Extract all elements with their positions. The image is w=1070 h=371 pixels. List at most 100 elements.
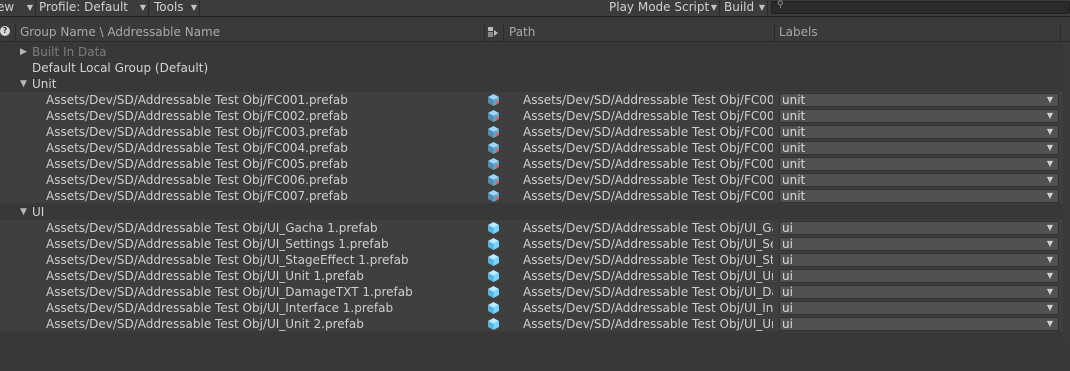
group-row-built-in-data[interactable]: ▶ Built In Data bbox=[0, 44, 1070, 60]
column-header: ? Group Name \ Addressable Name Path Lab… bbox=[0, 22, 1070, 42]
group-name: Unit bbox=[32, 77, 57, 91]
labels-dropdown[interactable]: ui ▼ bbox=[779, 317, 1059, 331]
play-mode-script-dropdown[interactable]: Play Mode Script ▼ bbox=[609, 0, 720, 16]
prefab-cube-icon bbox=[488, 158, 499, 170]
label-value: unit bbox=[782, 109, 806, 123]
entry-name: Assets/Dev/SD/Addressable Test Obj/UI_Un… bbox=[46, 269, 364, 283]
column-path[interactable]: Path bbox=[509, 22, 535, 42]
entry-path: Assets/Dev/SD/Addressable Test Obj/UI_St… bbox=[523, 253, 773, 267]
dropdown-caret-icon: ▼ bbox=[1046, 111, 1053, 120]
table-row[interactable]: Assets/Dev/SD/Addressable Test Obj/FC006… bbox=[0, 172, 1070, 188]
column-divider[interactable] bbox=[774, 23, 775, 41]
entry-name: Assets/Dev/SD/Addressable Test Obj/FC006… bbox=[46, 173, 348, 187]
dropdown-caret-icon: ▼ bbox=[1046, 143, 1053, 152]
label-value: ui bbox=[782, 301, 793, 315]
group-row-default-local[interactable]: Default Local Group (Default) bbox=[0, 60, 1070, 76]
tools-menu-button[interactable]: Tools ▼ bbox=[154, 0, 200, 16]
label-value: unit bbox=[782, 141, 806, 155]
entry-name: Assets/Dev/SD/Addressable Test Obj/FC005… bbox=[46, 157, 348, 171]
labels-dropdown[interactable]: unit ▼ bbox=[779, 141, 1059, 155]
column-divider[interactable] bbox=[484, 23, 485, 41]
entry-path: Assets/Dev/SD/Addressable Test Obj/FC002… bbox=[523, 109, 773, 123]
label-value: unit bbox=[782, 189, 806, 203]
entry-name: Assets/Dev/SD/Addressable Test Obj/UI_Se… bbox=[46, 237, 389, 251]
dropdown-caret-icon: ▼ bbox=[1046, 175, 1053, 184]
labels-dropdown[interactable]: ui ▼ bbox=[779, 253, 1059, 267]
column-labels[interactable]: Labels bbox=[779, 22, 818, 42]
entry-name: Assets/Dev/SD/Addressable Test Obj/UI_Un… bbox=[46, 317, 364, 331]
entry-name: Assets/Dev/SD/Addressable Test Obj/UI_Ga… bbox=[46, 221, 378, 235]
toolbar: New ▼ Profile: Default ▼ Tools ▼ Play Mo… bbox=[0, 0, 1070, 17]
labels-dropdown[interactable]: unit ▼ bbox=[779, 125, 1059, 139]
table-row[interactable]: Assets/Dev/SD/Addressable Test Obj/FC001… bbox=[0, 92, 1070, 108]
entry-path: Assets/Dev/SD/Addressable Test Obj/FC006… bbox=[523, 173, 773, 187]
prefab-cube-icon bbox=[488, 110, 499, 122]
collapse-arrow-icon[interactable]: ▼ bbox=[20, 76, 27, 92]
table-row[interactable]: Assets/Dev/SD/Addressable Test Obj/UI_St… bbox=[0, 252, 1070, 268]
table-row[interactable]: Assets/Dev/SD/Addressable Test Obj/UI_Un… bbox=[0, 268, 1070, 284]
entry-name: Assets/Dev/SD/Addressable Test Obj/FC007… bbox=[46, 189, 348, 203]
prefab-cube-icon bbox=[488, 94, 499, 106]
table-row[interactable]: Assets/Dev/SD/Addressable Test Obj/UI_Se… bbox=[0, 236, 1070, 252]
tools-label: Tools bbox=[154, 0, 184, 14]
prefab-cube-icon bbox=[488, 142, 499, 154]
dropdown-caret-icon: ▼ bbox=[1046, 159, 1053, 168]
table-row[interactable]: Assets/Dev/SD/Addressable Test Obj/UI_Ga… bbox=[0, 220, 1070, 236]
new-menu-button[interactable]: New ▼ bbox=[0, 0, 36, 16]
profile-dropdown[interactable]: Profile: Default ▼ bbox=[39, 0, 149, 16]
labels-dropdown[interactable]: unit ▼ bbox=[779, 189, 1059, 203]
column-divider[interactable] bbox=[503, 23, 504, 41]
entry-name: Assets/Dev/SD/Addressable Test Obj/UI_In… bbox=[46, 301, 394, 315]
column-group-name[interactable]: Group Name \ Addressable Name bbox=[20, 22, 220, 42]
asset-type-icon bbox=[488, 27, 498, 37]
dropdown-caret-icon: ▼ bbox=[1046, 319, 1053, 328]
label-value: ui bbox=[782, 269, 793, 283]
prefab-cube-icon bbox=[488, 190, 499, 202]
table-row[interactable]: Assets/Dev/SD/Addressable Test Obj/FC003… bbox=[0, 124, 1070, 140]
table-row[interactable]: Assets/Dev/SD/Addressable Test Obj/FC007… bbox=[0, 188, 1070, 204]
vertical-scrollbar[interactable] bbox=[1062, 42, 1070, 342]
expand-arrow-icon[interactable]: ▶ bbox=[20, 44, 27, 60]
prefab-cube-icon bbox=[488, 286, 499, 298]
play-mode-label: Play Mode Script bbox=[609, 0, 710, 14]
table-row[interactable]: Assets/Dev/SD/Addressable Test Obj/UI_Un… bbox=[0, 316, 1070, 332]
labels-dropdown[interactable]: ui ▼ bbox=[779, 237, 1059, 251]
table-row[interactable]: Assets/Dev/SD/Addressable Test Obj/UI_In… bbox=[0, 300, 1070, 316]
labels-dropdown[interactable]: unit ▼ bbox=[779, 93, 1059, 107]
help-icon[interactable]: ? bbox=[0, 26, 10, 36]
dropdown-caret-icon: ▼ bbox=[758, 3, 765, 12]
entry-path: Assets/Dev/SD/Addressable Test Obj/UI_Ga… bbox=[523, 221, 773, 235]
dropdown-caret-icon: ▼ bbox=[26, 3, 33, 12]
group-name: Built In Data bbox=[32, 45, 107, 59]
prefab-cube-icon bbox=[488, 318, 499, 330]
entry-name: Assets/Dev/SD/Addressable Test Obj/UI_Da… bbox=[46, 285, 413, 299]
entry-path: Assets/Dev/SD/Addressable Test Obj/UI_Se… bbox=[523, 237, 773, 251]
column-divider[interactable] bbox=[15, 23, 16, 41]
labels-dropdown[interactable]: ui ▼ bbox=[779, 285, 1059, 299]
prefab-cube-icon bbox=[488, 126, 499, 138]
entry-path: Assets/Dev/SD/Addressable Test Obj/FC001… bbox=[523, 93, 773, 107]
new-menu-label: New bbox=[0, 0, 15, 14]
table-row[interactable]: Assets/Dev/SD/Addressable Test Obj/FC004… bbox=[0, 140, 1070, 156]
labels-dropdown[interactable]: unit ▼ bbox=[779, 173, 1059, 187]
entry-name: Assets/Dev/SD/Addressable Test Obj/FC004… bbox=[46, 141, 348, 155]
table-row[interactable]: Assets/Dev/SD/Addressable Test Obj/UI_Da… bbox=[0, 284, 1070, 300]
group-row-ui[interactable]: ▼ UI bbox=[0, 204, 1070, 220]
collapse-arrow-icon[interactable]: ▼ bbox=[20, 204, 27, 220]
labels-dropdown[interactable]: unit ▼ bbox=[779, 109, 1059, 123]
column-divider[interactable] bbox=[1060, 23, 1061, 41]
dropdown-caret-icon: ▼ bbox=[139, 3, 146, 12]
labels-dropdown[interactable]: ui ▼ bbox=[779, 221, 1059, 235]
prefab-cube-icon bbox=[488, 174, 499, 186]
entry-path: Assets/Dev/SD/Addressable Test Obj/UI_Un… bbox=[523, 317, 773, 331]
group-row-unit[interactable]: ▼ Unit bbox=[0, 76, 1070, 92]
table-row[interactable]: Assets/Dev/SD/Addressable Test Obj/FC002… bbox=[0, 108, 1070, 124]
build-dropdown[interactable]: Build ▼ bbox=[724, 0, 768, 16]
labels-dropdown[interactable]: ui ▼ bbox=[779, 301, 1059, 315]
labels-dropdown[interactable]: ui ▼ bbox=[779, 269, 1059, 283]
group-name: UI bbox=[32, 205, 45, 219]
dropdown-caret-icon: ▼ bbox=[190, 3, 197, 12]
search-field[interactable]: ⚲ bbox=[771, 0, 1070, 14]
table-row[interactable]: Assets/Dev/SD/Addressable Test Obj/FC005… bbox=[0, 156, 1070, 172]
labels-dropdown[interactable]: unit ▼ bbox=[779, 157, 1059, 171]
